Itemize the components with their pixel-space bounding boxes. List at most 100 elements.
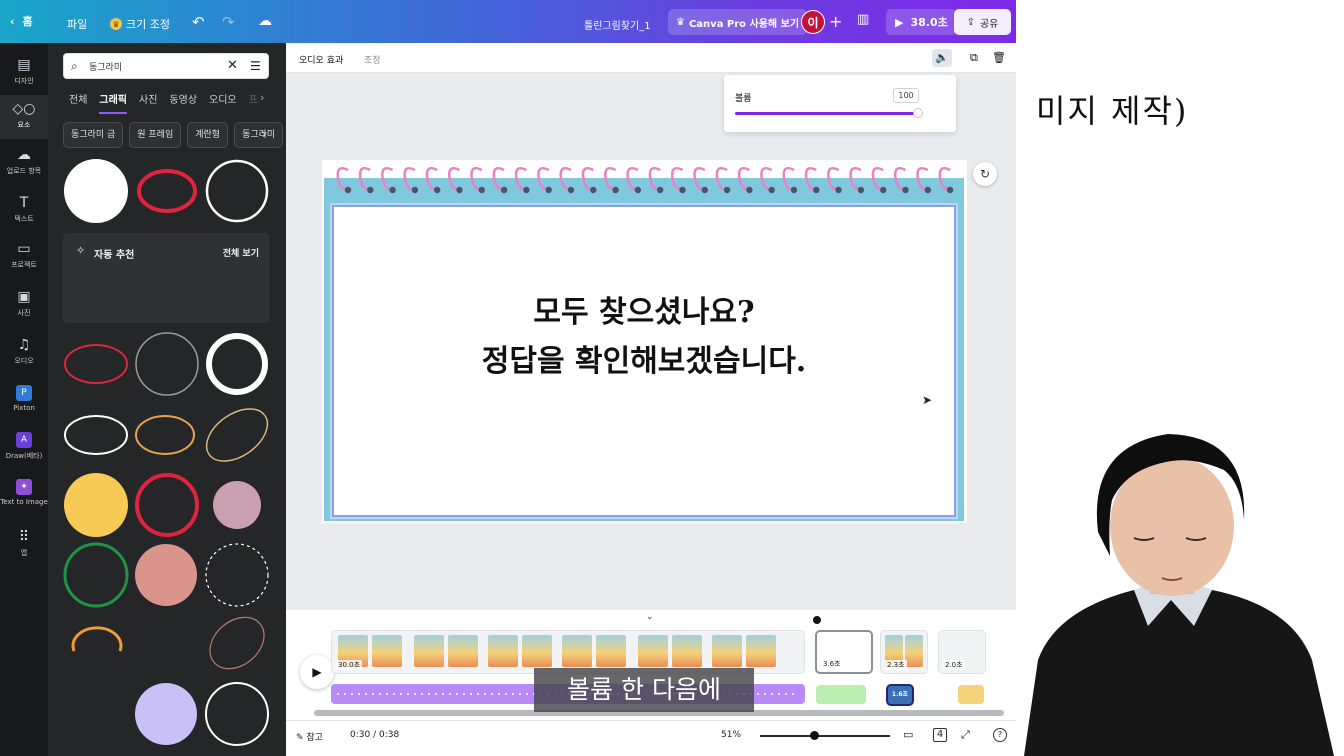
plus-icon[interactable]: + <box>829 12 842 31</box>
undo-icon[interactable]: ↶ <box>192 13 205 31</box>
search-input[interactable] <box>89 58 219 75</box>
tab-more[interactable]: 프 <box>249 91 258 114</box>
volume-slider-track[interactable] <box>735 112 921 115</box>
spiral-ring <box>737 167 752 191</box>
spiral-ring <box>804 167 819 191</box>
chip[interactable]: 동그라미 <box>234 122 284 148</box>
rail-item-apps[interactable]: ⠿ 앱 <box>0 529 48 569</box>
timeline-clip-selected[interactable]: 3.6초 <box>815 630 873 674</box>
audio-track-green[interactable] <box>816 685 866 704</box>
rail-item-elements[interactable]: ◇○ 요소 <box>0 95 48 139</box>
volume-value-field[interactable]: 100 <box>893 88 919 103</box>
see-all-link[interactable]: 전체 보기 <box>223 246 259 259</box>
page-view-icon[interactable]: ▭ <box>903 728 913 741</box>
tab-videos[interactable]: 동영상 <box>169 91 197 114</box>
zoom-level: 51% <box>721 730 742 740</box>
trash-icon[interactable]: 🗑 <box>992 51 1006 64</box>
rail-item-design[interactable]: ▤ 디자인 <box>0 53 48 95</box>
tab-all[interactable]: 전체 <box>69 91 87 114</box>
spiral-binding <box>336 167 954 194</box>
rail-item-draw[interactable]: A Draw(베타) <box>0 432 48 472</box>
rail-item-text[interactable]: T 텍스트 <box>0 195 48 235</box>
home-button[interactable]: ‹ 홈 <box>10 13 33 29</box>
auto-recommend-title: 자동 추천 <box>94 250 135 261</box>
avatar[interactable]: 이 <box>801 10 825 34</box>
chip[interactable]: 계란형 <box>187 122 229 148</box>
insights-chart-icon[interactable]: ▥ <box>857 12 869 27</box>
audio-track-yellow[interactable] <box>958 685 984 704</box>
spiral-hole <box>880 186 887 194</box>
rail-item-uploads[interactable]: ☁ 업로드 항목 <box>0 147 48 187</box>
volume-icon[interactable]: 🔈 <box>932 49 952 67</box>
audio-track-selected[interactable]: 1.6초 <box>886 684 914 706</box>
clear-icon[interactable]: ✕ <box>227 58 238 73</box>
chevron-right-icon[interactable]: › <box>262 127 267 141</box>
rail-item-pixton[interactable]: P Pixton <box>0 385 48 425</box>
spiral-ring <box>358 167 373 191</box>
suggestion-chips: 동그라미 금 원 프레임 계란형 동그라미 <box>63 122 284 148</box>
zoom-slider-track[interactable] <box>760 735 890 737</box>
auto-recommend-section: ✧ 자동 추천 전체 보기 <box>63 233 269 323</box>
play-icon: ▶ <box>895 15 904 29</box>
clip-duration: 2.0초 <box>943 660 965 670</box>
red-brush-circle-graphic[interactable] <box>137 169 197 213</box>
help-icon[interactable]: ? <box>993 728 1007 742</box>
spiral-hole <box>768 186 775 194</box>
timeline-clip[interactable]: 2.0초 <box>938 630 986 674</box>
white-ring-graphic[interactable] <box>205 159 269 223</box>
slide-page[interactable]: 모두 찾으셨나요? 정답을 확인해보겠습니다. <box>322 160 967 523</box>
chevron-down-icon[interactable]: ⌄ <box>646 612 654 622</box>
notes-button[interactable]: ✎ 참고 <box>296 730 323 743</box>
timeline-play-button[interactable]: ▶ <box>300 655 334 689</box>
share-button[interactable]: ⇪ 공유 <box>954 9 1011 35</box>
spiral-ring <box>537 167 552 191</box>
spiral-ring <box>514 167 529 191</box>
graphics-grid <box>63 159 269 746</box>
duplicate-icon[interactable]: ⧉ <box>970 51 978 65</box>
spiral-hole <box>924 186 931 194</box>
rail-item-text-to-image[interactable]: ✦ Text to Image <box>0 479 48 519</box>
tab-audio[interactable]: 오디오 <box>209 91 237 114</box>
timeline-clip[interactable]: 2.3초 <box>880 630 928 674</box>
spiral-hole <box>344 186 352 194</box>
spiral-ring <box>648 167 663 191</box>
rail-item-projects[interactable]: ▭ 프로젝트 <box>0 241 48 281</box>
zoom-slider-handle[interactable] <box>810 731 819 740</box>
spiral-ring <box>693 167 708 191</box>
chip[interactable]: 원 프레임 <box>129 122 182 148</box>
adjust-button[interactable]: 조정 <box>364 53 381 66</box>
playhead-marker[interactable] <box>813 616 821 624</box>
layout-icon: ▤ <box>17 57 31 73</box>
file-menu[interactable]: 파일 <box>67 16 87 32</box>
present-play-button[interactable]: ▶ 38.0초 <box>886 9 957 35</box>
spiral-ring <box>715 167 730 191</box>
spiral-hole <box>367 186 374 194</box>
grid-view-icon[interactable]: 4 <box>933 728 947 742</box>
spiral-ring <box>938 167 953 191</box>
spiral-ring <box>871 167 886 191</box>
chevron-right-icon[interactable]: › <box>260 91 264 104</box>
fullscreen-icon[interactable]: ⤢ <box>961 728 970 742</box>
chip[interactable]: 동그라미 금 <box>63 122 124 148</box>
white-circle-graphic[interactable] <box>64 159 128 223</box>
refresh-rotate-icon[interactable]: ↻ <box>973 162 997 186</box>
volume-label: 볼륨 <box>735 94 752 104</box>
slide-text[interactable]: 모두 찾으셨나요? 정답을 확인해보겠습니다. <box>332 288 956 386</box>
resize-button[interactable]: ♛ 크기 조정 <box>110 16 170 32</box>
tab-graphics[interactable]: 그래픽 <box>99 91 128 114</box>
spiral-ring <box>670 167 685 191</box>
spiral-hole <box>545 186 552 194</box>
cloud-save-icon[interactable]: ☁ <box>258 13 272 29</box>
filter-icon[interactable]: ☰ <box>250 59 261 73</box>
audio-effects-button[interactable]: 오디오 효과 <box>299 53 343 66</box>
text-to-image-icon: ✦ <box>16 479 32 495</box>
crown-icon: ♛ <box>676 16 685 28</box>
spiral-hole <box>634 186 642 194</box>
rail-item-photos[interactable]: ▣ 사진 <box>0 289 48 329</box>
document-title[interactable]: 틀린그림찾기_1 <box>584 17 651 32</box>
volume-slider-handle[interactable] <box>913 108 923 118</box>
redo-icon[interactable]: ↷ <box>222 13 235 31</box>
rail-item-audio[interactable]: ♫ 오디오 <box>0 337 48 377</box>
tab-photos[interactable]: 사진 <box>139 91 157 114</box>
try-pro-button[interactable]: ♛ Canva Pro 사용해 보기 <box>668 9 808 35</box>
